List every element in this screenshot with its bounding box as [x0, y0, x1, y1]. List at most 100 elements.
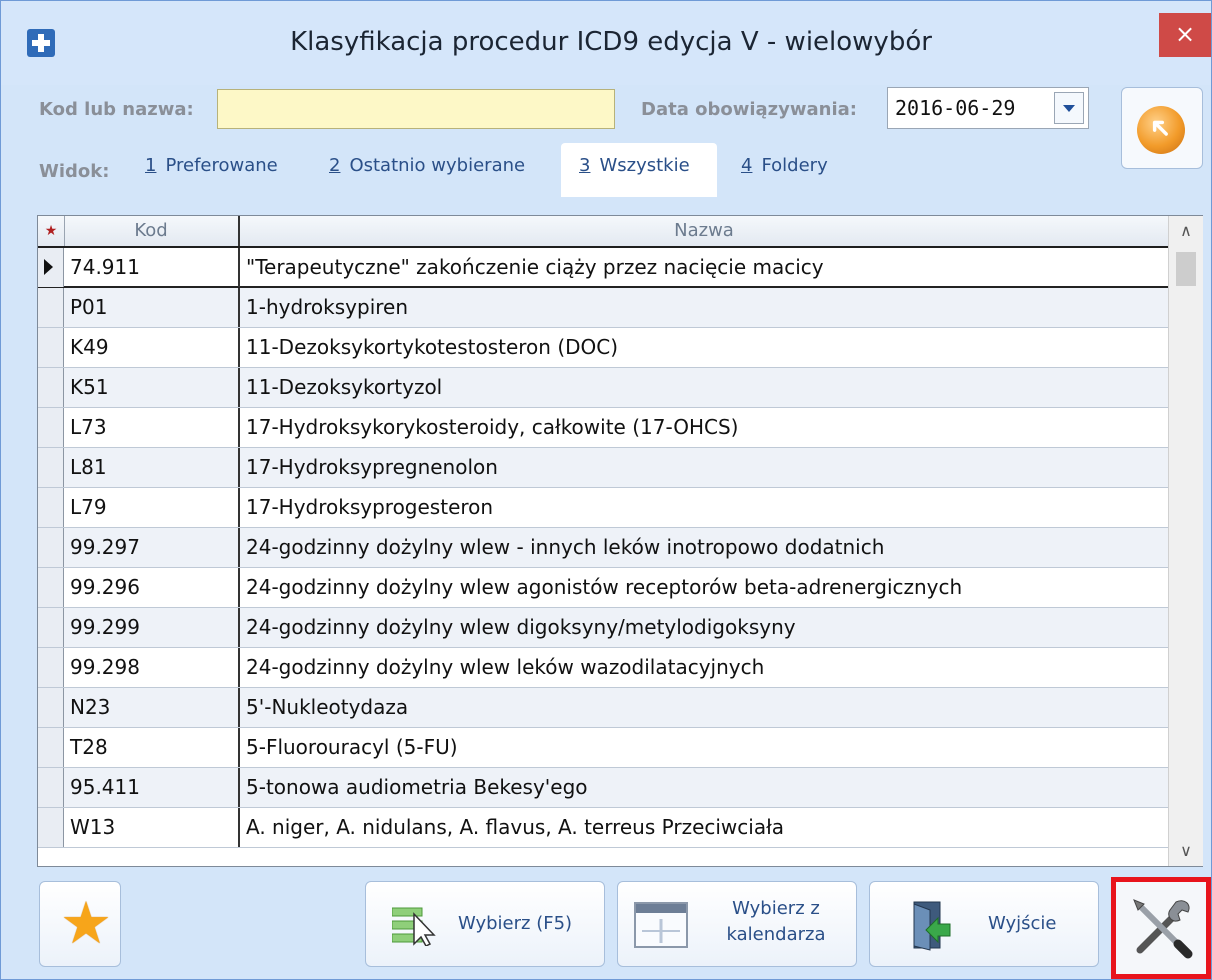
scroll-thumb[interactable] [1176, 252, 1196, 286]
select-from-calendar-button[interactable]: Wybierz z kalendarza [617, 881, 857, 967]
row-selector[interactable] [38, 288, 64, 327]
kod-cell: L79 [64, 488, 240, 527]
row-selector[interactable] [38, 568, 64, 607]
nazwa-column-header[interactable]: Nazwa [240, 216, 1168, 246]
tab-shortcut: 2 [329, 155, 341, 176]
row-selector[interactable] [38, 368, 64, 407]
table-row[interactable]: L73 17-Hydroksykorykosteroidy, całkowite… [38, 408, 1168, 448]
scroll-up-icon[interactable]: ∧ [1169, 216, 1203, 246]
star-icon: ★ [60, 889, 112, 957]
row-selector[interactable] [38, 808, 64, 847]
table-row[interactable]: L81 17-Hydroksypregnenolon [38, 448, 1168, 488]
row-selector[interactable] [38, 328, 64, 367]
dialog-window: Klasyfikacja procedur ICD9 edycja V - wi… [0, 0, 1212, 980]
scroll-down-icon[interactable]: ∨ [1169, 836, 1203, 866]
tab-wszystkie[interactable]: 3 Wszystkie [579, 155, 690, 176]
nazwa-cell: 17-Hydroksykorykosteroidy, całkowite (17… [246, 415, 739, 439]
nazwa-cell: 11-Dezoksykortykotestosteron (DOC) [246, 335, 619, 359]
row-selector[interactable] [38, 648, 64, 687]
favorites-button[interactable]: ★ [39, 881, 121, 967]
tab-label: Ostatnio wybierane [349, 155, 526, 176]
row-selector[interactable] [38, 528, 64, 567]
row-selector[interactable] [38, 448, 64, 487]
tab-foldery[interactable]: 4 Foldery [741, 155, 828, 176]
row-selector[interactable] [38, 688, 64, 727]
nazwa-cell: 17-Hydroksyprogesteron [246, 495, 494, 519]
kod-cell: 95.411 [64, 768, 240, 807]
table-row[interactable]: 99.296 24-godzinny dożylny wlew agonistó… [38, 568, 1168, 608]
row-selector[interactable] [38, 488, 64, 527]
nazwa-cell: 11-Dezoksykortyzol [246, 375, 443, 399]
nazwa-cell: 5-tonowa audiometria Bekesy'ego [246, 775, 588, 799]
view-label: Widok: [39, 161, 110, 182]
plus-icon [27, 29, 55, 57]
nazwa-cell: 24-godzinny dożylny wlew leków wazodilat… [246, 655, 765, 679]
procedures-table: ★ Kod Nazwa 74.911 "Terapeutyczne" zakoń… [37, 215, 1203, 867]
tab-label: Foldery [761, 155, 828, 176]
table-header: ★ Kod Nazwa [38, 216, 1168, 248]
table-row[interactable]: 99.297 24-godzinny dożylny wlew - innych… [38, 528, 1168, 568]
vertical-scrollbar[interactable]: ∧ ∨ [1168, 216, 1203, 866]
table-row[interactable]: T28 5-Fluorouracyl (5-FU) [38, 728, 1168, 768]
tab-shortcut: 1 [145, 155, 157, 176]
nazwa-cell: 17-Hydroksypregnenolon [246, 455, 498, 479]
row-selector[interactable] [38, 408, 64, 447]
calendar-button-label: Wybierz z kalendarza [702, 896, 850, 948]
kod-cell: L73 [64, 408, 240, 447]
row-selector[interactable] [38, 248, 64, 287]
kod-cell: 74.911 [64, 248, 240, 287]
table-row[interactable]: L79 17-Hydroksyprogesteron [38, 488, 1168, 528]
table-body: 74.911 "Terapeutyczne" zakończenie ciąży… [38, 248, 1168, 848]
table-row[interactable]: 99.299 24-godzinny dożylny wlew digoksyn… [38, 608, 1168, 648]
row-selector[interactable] [38, 728, 64, 767]
date-picker[interactable]: 2016-06-29 [887, 87, 1089, 129]
nazwa-cell: 5'-Nukleotydaza [246, 695, 409, 719]
kod-column-header[interactable]: Kod [64, 216, 240, 246]
list-cursor-icon [392, 907, 436, 946]
nazwa-cell: "Terapeutyczne" zakończenie ciąży przez … [246, 255, 824, 279]
exit-button[interactable]: Wyjście [869, 881, 1099, 967]
tools-icon [1133, 899, 1193, 959]
chevron-down-icon[interactable] [1054, 92, 1084, 124]
kod-cell: 99.299 [64, 608, 240, 647]
kod-cell: K51 [64, 368, 240, 407]
table-row[interactable]: W13 A. niger, A. nidulans, A. flavus, A.… [38, 808, 1168, 848]
favorite-column-header[interactable]: ★ [38, 216, 65, 246]
kod-cell: N23 [64, 688, 240, 727]
table-row[interactable]: K49 11-Dezoksykortykotestosteron (DOC) [38, 328, 1168, 368]
calendar-label-line1: Wybierz z [732, 898, 820, 919]
tab-ostatnio-wybierane[interactable]: 2 Ostatnio wybierane [329, 155, 525, 176]
tab-shortcut: 3 [579, 155, 591, 176]
door-exit-icon [913, 901, 951, 951]
close-button[interactable]: × [1159, 13, 1211, 57]
nazwa-cell: 24-godzinny dożylny wlew digoksyny/metyl… [246, 615, 796, 639]
row-selector[interactable] [38, 768, 64, 807]
title-bar: Klasyfikacja procedur ICD9 edycja V - wi… [1, 1, 1211, 85]
data-label: Data obowiązywania: [641, 99, 857, 120]
table-row[interactable]: P01 1-hydroksypiren [38, 288, 1168, 328]
kod-cell: W13 [64, 808, 240, 847]
nazwa-cell: A. niger, A. nidulans, A. flavus, A. ter… [246, 815, 785, 839]
orange-arrow-icon [1137, 106, 1185, 154]
tools-button[interactable] [1111, 877, 1211, 979]
nazwa-cell: 5-Fluorouracyl (5-FU) [246, 735, 458, 759]
select-button[interactable]: Wybierz (F5) [365, 881, 605, 967]
kod-cell: 99.297 [64, 528, 240, 567]
tab-preferowane[interactable]: 1 Preferowane [145, 155, 278, 176]
kod-cell: K49 [64, 328, 240, 367]
table-row[interactable]: 99.298 24-godzinny dożylny wlew leków wa… [38, 648, 1168, 688]
tab-shortcut: 4 [741, 155, 753, 176]
table-row[interactable]: N23 5'-Nukleotydaza [38, 688, 1168, 728]
kod-search-input[interactable] [217, 89, 615, 129]
table-row[interactable]: K51 11-Dezoksykortyzol [38, 368, 1168, 408]
apply-filter-button[interactable] [1121, 87, 1203, 169]
kod-label: Kod lub nazwa: [39, 99, 194, 120]
date-value: 2016-06-29 [895, 96, 1016, 120]
kod-cell: 99.296 [64, 568, 240, 607]
table-row[interactable]: 95.411 5-tonowa audiometria Bekesy'ego [38, 768, 1168, 808]
row-selector[interactable] [38, 608, 64, 647]
kod-cell: P01 [64, 288, 240, 327]
kod-cell: 99.298 [64, 648, 240, 687]
table-row[interactable]: 74.911 "Terapeutyczne" zakończenie ciąży… [38, 248, 1168, 288]
kod-cell: T28 [64, 728, 240, 767]
